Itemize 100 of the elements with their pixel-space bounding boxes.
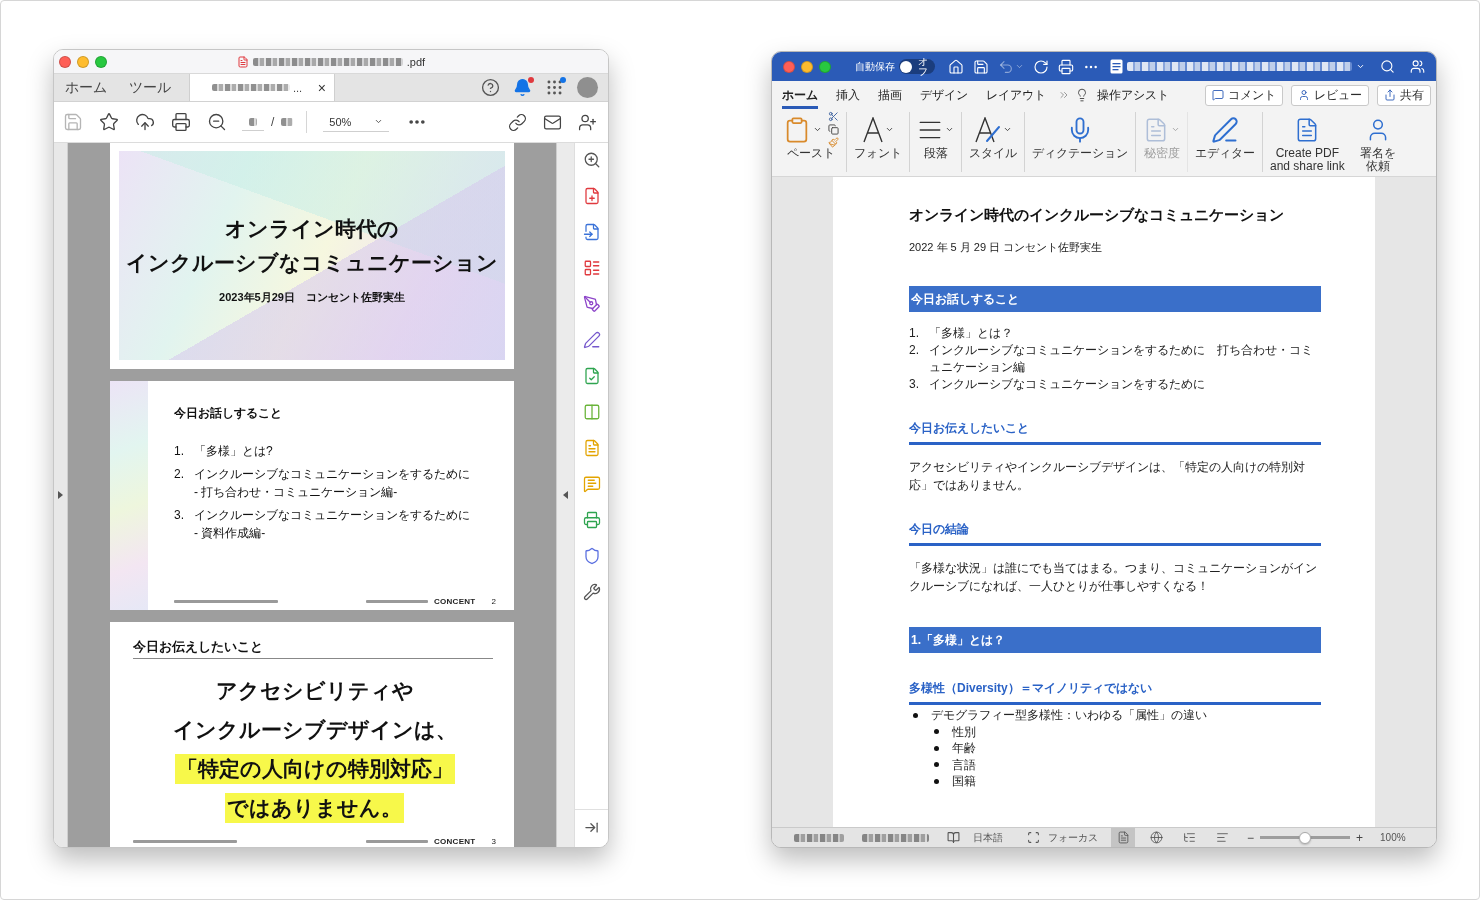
section-heading: 今日お伝えしたいこと (909, 420, 1321, 445)
section-heading-band: 今日お話しすること (909, 286, 1321, 312)
arrow-to-line-icon[interactable] (584, 820, 599, 835)
ribbon-tab[interactable]: 描画 (878, 81, 902, 109)
footer-brand: CONCENT (433, 596, 476, 606)
pen-icon[interactable] (1211, 115, 1239, 144)
apps-grid-icon[interactable] (545, 78, 564, 97)
print-layout-button[interactable] (1111, 828, 1135, 847)
document-icon (1110, 59, 1123, 74)
maximize-button[interactable] (819, 60, 831, 73)
list-item-text: インクルーシブなコミュニケーションをするために - 打ち合わせ・コミュニケーション編- (194, 466, 471, 501)
wrench-icon[interactable] (582, 583, 601, 601)
slide-heading: 今日お伝えしたいこと (133, 639, 493, 659)
tell-me-search[interactable]: 操作アシスト (1097, 86, 1169, 104)
list-item-text: 年齢 (952, 740, 976, 757)
font-icon[interactable] (862, 116, 883, 143)
minimize-button[interactable] (801, 60, 813, 73)
list-number: 2. (909, 342, 920, 359)
ribbon-label[interactable]: スタイル (969, 147, 1017, 160)
ribbon-label[interactable]: エディター (1195, 147, 1255, 160)
copy-icon[interactable] (828, 124, 839, 135)
list-item-text: インクルーシブなコミュニケーションをするために 打ち合わせ・コミュニケーション編 (929, 342, 1314, 376)
list-item-text: 性別 (952, 723, 976, 740)
people-icon[interactable] (1410, 59, 1425, 74)
ribbon-tab[interactable]: レイアウト (986, 81, 1046, 109)
focus-frame-icon[interactable] (1027, 831, 1040, 844)
comment-button[interactable]: コメント (1205, 84, 1283, 106)
file-plus-icon[interactable] (582, 187, 601, 205)
pen-nib-icon[interactable] (582, 295, 601, 313)
share-button[interactable]: 共有 (1377, 84, 1431, 106)
outline-icon (1182, 831, 1196, 844)
print-icon[interactable] (1058, 58, 1074, 75)
ribbon-label[interactable]: ペースト (787, 147, 835, 160)
zoom-in-button[interactable]: + (1356, 831, 1364, 844)
zoom-out-button[interactable]: − (1247, 831, 1254, 844)
section-heading-band: 1.「多様」とは？ (909, 627, 1321, 653)
styles-icon[interactable] (974, 116, 1001, 143)
list-item-text: デモグラフィー型多様性：いわゆる「属性」の違い (931, 707, 1207, 724)
caret-down-icon (884, 125, 894, 134)
slide-title: オンライン時代の (225, 216, 399, 242)
pdf-file-icon (236, 55, 249, 68)
printer-icon[interactable] (582, 511, 601, 529)
ribbon-tab[interactable]: 挿入 (836, 81, 860, 109)
chevrons-right-icon[interactable] (1058, 89, 1070, 101)
ribbon-label[interactable]: and share link (1270, 159, 1345, 172)
document-tab[interactable]: ... × (189, 74, 335, 101)
autosave-label: 自動保存 (855, 59, 895, 74)
blurred-text (281, 118, 294, 126)
star-icon[interactable] (99, 112, 119, 132)
slider-thumb[interactable] (1299, 831, 1311, 844)
cloud-upload-icon[interactable] (135, 112, 155, 132)
focus-label[interactable]: フォーカス (1048, 830, 1098, 845)
page-number: 3 (491, 836, 496, 846)
bell-icon[interactable] (513, 78, 532, 97)
person-icon (1298, 89, 1310, 101)
link-icon[interactable] (508, 112, 527, 132)
autosave-toggle[interactable]: オフ (899, 59, 935, 74)
redo-icon[interactable] (1033, 58, 1049, 75)
language-label[interactable]: 日本語 (973, 830, 1003, 845)
zoom-in-icon[interactable] (582, 151, 601, 169)
bullet-icon (934, 729, 939, 735)
caret-right-icon[interactable] (58, 491, 63, 499)
ribbon-label[interactable]: 署名を (1359, 147, 1396, 160)
maximize-button[interactable] (95, 55, 107, 68)
close-tab-button[interactable]: × (317, 79, 326, 96)
list-icon[interactable] (582, 259, 601, 277)
ribbon-label[interactable]: Create PDF (1275, 147, 1340, 160)
review-button[interactable]: レビュー (1291, 84, 1369, 106)
columns-icon[interactable] (582, 403, 601, 421)
list-item-text: 「多様」とは? (194, 443, 274, 460)
print-icon[interactable] (171, 112, 191, 132)
lightbulb-icon (1075, 88, 1089, 102)
ribbon-label[interactable]: フォント (854, 147, 902, 160)
zoom-out-icon[interactable] (207, 112, 227, 132)
nav-tab[interactable]: ホーム (54, 74, 118, 101)
list-number: 3. (909, 376, 920, 393)
list-item-text: インクルーシブなコミュニケーションをするために - 資料作成編- (194, 507, 471, 542)
ribbon-label[interactable]: ディクテーション (1032, 147, 1128, 160)
scissors-icon[interactable] (828, 111, 839, 122)
add-user-icon[interactable] (578, 112, 597, 132)
pen-icon[interactable] (582, 331, 601, 349)
footer-brand: CONCENT (433, 836, 476, 846)
ribbon-tab[interactable]: デザイン (920, 81, 968, 109)
help-icon[interactable] (481, 78, 500, 97)
nav-tab[interactable]: ツール (118, 74, 182, 101)
avatar[interactable] (577, 77, 598, 98)
close-button[interactable] (59, 55, 71, 68)
caret-down-icon (374, 117, 384, 126)
shield-icon[interactable] (582, 547, 601, 565)
zoom-dropdown[interactable]: 50% (323, 112, 390, 132)
bullet-icon (913, 712, 918, 718)
caret-left-icon[interactable] (563, 491, 568, 499)
ribbon-label[interactable]: 段落 (923, 147, 948, 160)
share-icon (1384, 89, 1396, 101)
file-check-icon[interactable] (582, 367, 601, 385)
search-icon[interactable] (1380, 59, 1395, 74)
ribbon-label[interactable]: 依頼 (1365, 159, 1390, 172)
book-icon[interactable] (947, 831, 960, 844)
file-arrow-icon[interactable] (582, 223, 601, 241)
home-icon[interactable] (948, 58, 964, 75)
